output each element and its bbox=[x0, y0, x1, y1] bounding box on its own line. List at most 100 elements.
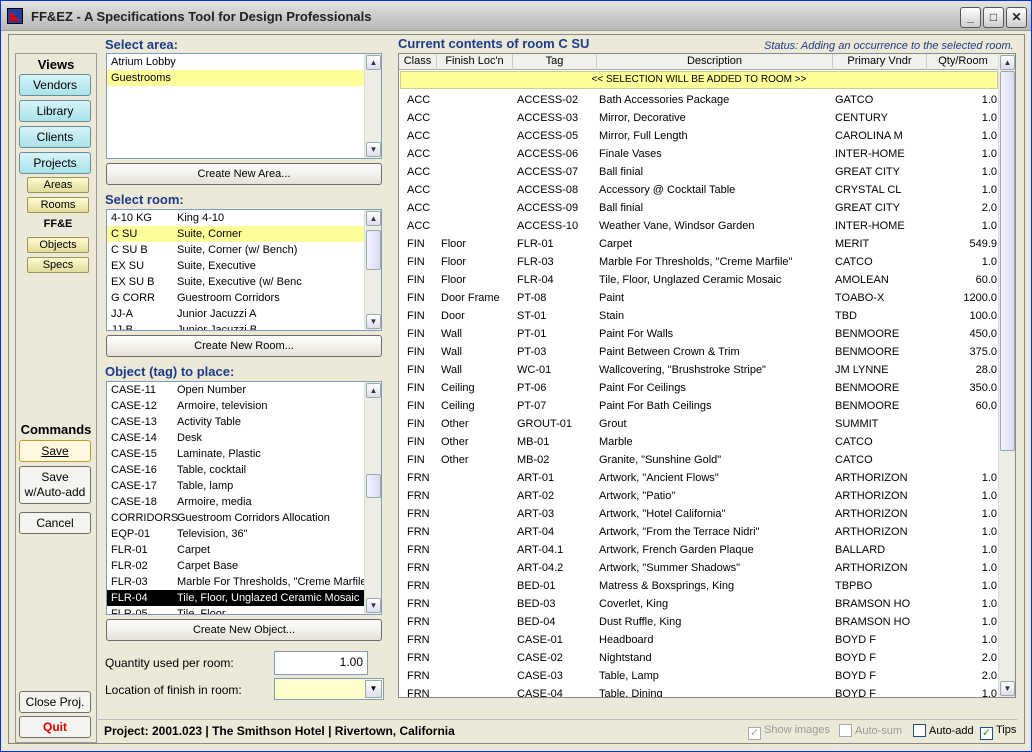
col-description[interactable]: Description bbox=[597, 54, 833, 70]
table-row[interactable]: ACC ACCESS-02 Bath Accessories Package GATC… bbox=[399, 91, 999, 109]
table-row[interactable]: FIN Other MB-01 Marble CATCO bbox=[399, 433, 999, 451]
list-item[interactable]: EX SU Suite, Executive bbox=[107, 258, 365, 274]
table-row[interactable]: FIN Wall PT-01 Paint For Walls BENMOORE 450.0 bbox=[399, 325, 999, 343]
object-list[interactable]: CASE-11 Open Number CASE-12 Armoire, televi… bbox=[106, 381, 382, 615]
list-item[interactable]: CASE-13 Activity Table bbox=[107, 414, 365, 430]
scroll-thumb[interactable] bbox=[366, 230, 381, 270]
rooms-button[interactable]: Rooms bbox=[27, 197, 89, 213]
table-row[interactable]: FIN Floor FLR-01 Carpet MERIT 549.9 bbox=[399, 235, 999, 253]
table-row[interactable]: FRN BED-04 Dust Ruffle, King BRAMSON HO 1.0 bbox=[399, 613, 999, 631]
table-row[interactable]: FRN ART-04 Artwork, "From the Terrace Nidr… bbox=[399, 523, 999, 541]
save-auto-add-button[interactable]: Save w/Auto-add bbox=[19, 466, 91, 504]
list-item[interactable]: CORRIDORS Guestroom Corridors Allocation bbox=[107, 510, 365, 526]
library-button[interactable]: Library bbox=[19, 100, 91, 122]
table-row[interactable]: FIN Door Frame PT-08 Paint TOABO-X 1200.0 bbox=[399, 289, 999, 307]
list-item[interactable]: FLR-01 Carpet bbox=[107, 542, 365, 558]
table-row[interactable]: FRN BED-01 Matress & Boxsprings, King TBPBO… bbox=[399, 577, 999, 595]
table-row[interactable]: FIN Floor FLR-03 Marble For Thresholds, "Cr… bbox=[399, 253, 999, 271]
vendors-button[interactable]: Vendors bbox=[19, 74, 91, 96]
auto-sum-checkbox[interactable]: Auto-sum bbox=[839, 724, 902, 737]
col-primary-vendor[interactable]: Primary Vndr bbox=[833, 54, 927, 70]
area-scrollbar[interactable]: ▲ ▼ bbox=[364, 54, 381, 158]
table-row[interactable]: FIN Door ST-01 Stain TBD 100.0 bbox=[399, 307, 999, 325]
quantity-input[interactable]: 1.00 bbox=[274, 651, 368, 675]
list-item[interactable]: CASE-11 Open Number bbox=[107, 382, 365, 398]
list-item[interactable]: FLR-02 Carpet Base bbox=[107, 558, 365, 574]
table-row[interactable]: FRN CASE-02 Nightstand BOYD F 2.0 bbox=[399, 649, 999, 667]
col-finish-location[interactable]: Finish Loc'n bbox=[437, 54, 513, 70]
table-row[interactable]: FRN ART-02 Artwork, "Patio" ARTHORIZON 1.0 bbox=[399, 487, 999, 505]
table-row[interactable]: FRN ART-04.1 Artwork, French Garden Plaque… bbox=[399, 541, 999, 559]
tips-checkbox[interactable]: ✓ Tips bbox=[980, 724, 1016, 740]
table-row[interactable]: FRN CASE-03 Table, Lamp BOYD F 2.0 bbox=[399, 667, 999, 685]
create-object-button[interactable]: Create New Object... bbox=[106, 619, 382, 641]
scroll-down-icon[interactable]: ▼ bbox=[366, 142, 381, 157]
list-item[interactable]: CASE-14 Desk bbox=[107, 430, 365, 446]
table-row[interactable]: FRN CASE-01 Headboard BOYD F 1.0 bbox=[399, 631, 999, 649]
objects-button[interactable]: Objects bbox=[27, 237, 89, 253]
maximize-button[interactable]: □ bbox=[983, 7, 1004, 28]
location-dropdown[interactable]: ▼ bbox=[274, 678, 384, 700]
scroll-down-icon[interactable]: ▼ bbox=[366, 598, 381, 613]
table-row[interactable]: ACC ACCESS-06 Finale Vases INTER-HOME 1.0 bbox=[399, 145, 999, 163]
area-list[interactable]: Atrium Lobby Guestrooms ▲ ▼ bbox=[106, 53, 382, 159]
list-item[interactable]: G CORR Guestroom Corridors bbox=[107, 290, 365, 306]
table-row[interactable]: ACC ACCESS-08 Accessory @ Cocktail Table CR… bbox=[399, 181, 999, 199]
table-row[interactable]: FIN Wall PT-03 Paint Between Crown & Trim BE… bbox=[399, 343, 999, 361]
list-item[interactable]: FLR-05 Tile, Floor bbox=[107, 606, 365, 614]
scroll-up-icon[interactable]: ▲ bbox=[366, 55, 381, 70]
list-item[interactable]: CASE-17 Table, lamp bbox=[107, 478, 365, 494]
object-scrollbar[interactable]: ▲ ▼ bbox=[364, 382, 381, 614]
table-row[interactable]: FRN BED-03 Coverlet, King BRAMSON HO 1.0 bbox=[399, 595, 999, 613]
list-item[interactable]: FLR-03 Marble For Thresholds, "Creme Marf… bbox=[107, 574, 365, 590]
list-item[interactable]: Guestrooms bbox=[107, 70, 365, 86]
scroll-down-icon[interactable]: ▼ bbox=[1000, 681, 1015, 696]
close-button[interactable]: ✕ bbox=[1006, 7, 1027, 28]
chevron-down-icon[interactable]: ▼ bbox=[365, 680, 382, 698]
scroll-thumb[interactable] bbox=[1000, 71, 1015, 451]
ffe-tab[interactable]: FF&E bbox=[27, 217, 89, 233]
save-button[interactable]: Save bbox=[19, 440, 91, 462]
minimize-button[interactable]: _ bbox=[960, 7, 981, 28]
table-row[interactable]: FIN Ceiling PT-06 Paint For Ceilings BENMOOR… bbox=[399, 379, 999, 397]
list-item[interactable]: JJ-A Junior Jacuzzi A bbox=[107, 306, 365, 322]
table-row[interactable]: ACC ACCESS-05 Mirror, Full Length CAROLINA … bbox=[399, 127, 999, 145]
cancel-button[interactable]: Cancel bbox=[19, 512, 91, 534]
title-bar[interactable]: FF&EZ - A Specifications Tool for Design… bbox=[1, 1, 1031, 31]
projects-button[interactable]: Projects bbox=[19, 152, 91, 174]
scroll-thumb[interactable] bbox=[366, 474, 381, 498]
table-row[interactable]: FIN Other MB-02 Granite, "Sunshine Gold" CAT… bbox=[399, 451, 999, 469]
contents-scrollbar[interactable]: ▲ ▼ bbox=[998, 54, 1015, 697]
table-row[interactable]: FIN Ceiling PT-07 Paint For Bath Ceilings BE… bbox=[399, 397, 999, 415]
table-row[interactable]: FRN ART-04.2 Artwork, "Summer Shadows" ARTH… bbox=[399, 559, 999, 577]
create-room-button[interactable]: Create New Room... bbox=[106, 335, 382, 357]
col-tag[interactable]: Tag bbox=[513, 54, 597, 70]
list-item[interactable]: C SU Suite, Corner bbox=[107, 226, 365, 242]
list-item[interactable]: CASE-18 Armoire, media bbox=[107, 494, 365, 510]
areas-button[interactable]: Areas bbox=[27, 177, 89, 193]
list-item[interactable]: C SU B Suite, Corner (w/ Bench) bbox=[107, 242, 365, 258]
show-images-checkbox[interactable]: ✓ Show images bbox=[748, 724, 830, 740]
scroll-down-icon[interactable]: ▼ bbox=[366, 314, 381, 329]
specs-button[interactable]: Specs bbox=[27, 257, 89, 273]
list-item[interactable]: CASE-16 Table, cocktail bbox=[107, 462, 365, 478]
list-item[interactable]: EQP-01 Television, 36" bbox=[107, 526, 365, 542]
room-scrollbar[interactable]: ▲ ▼ bbox=[364, 210, 381, 330]
auto-add-checkbox[interactable]: Auto-add bbox=[913, 724, 974, 737]
table-row[interactable]: ACC ACCESS-07 Ball finial GREAT CITY 1.0 bbox=[399, 163, 999, 181]
scroll-up-icon[interactable]: ▲ bbox=[366, 211, 381, 226]
table-row[interactable]: FRN CASE-04 Table, Dining BOYD F 1.0 bbox=[399, 685, 999, 697]
table-row[interactable]: FIN Wall WC-01 Wallcovering, "Brushstroke S… bbox=[399, 361, 999, 379]
table-row[interactable]: FRN ART-03 Artwork, "Hotel California" ARTH… bbox=[399, 505, 999, 523]
list-item[interactable]: CASE-15 Laminate, Plastic bbox=[107, 446, 365, 462]
create-area-button[interactable]: Create New Area... bbox=[106, 163, 382, 185]
table-row[interactable]: ACC ACCESS-03 Mirror, Decorative CENTURY 1.0 bbox=[399, 109, 999, 127]
list-item[interactable]: Atrium Lobby bbox=[107, 54, 365, 70]
table-row[interactable]: FIN Floor FLR-04 Tile, Floor, Unglazed Cera… bbox=[399, 271, 999, 289]
list-item[interactable]: 4-10 KG King 4-10 bbox=[107, 210, 365, 226]
clients-button[interactable]: Clients bbox=[19, 126, 91, 148]
col-class[interactable]: Class bbox=[399, 54, 437, 70]
table-row[interactable]: ACC ACCESS-10 Weather Vane, Windsor Garden… bbox=[399, 217, 999, 235]
contents-table[interactable]: Class Finish Loc'n Tag Description Prima… bbox=[398, 53, 1016, 698]
close-project-button[interactable]: Close Proj. bbox=[19, 691, 91, 713]
